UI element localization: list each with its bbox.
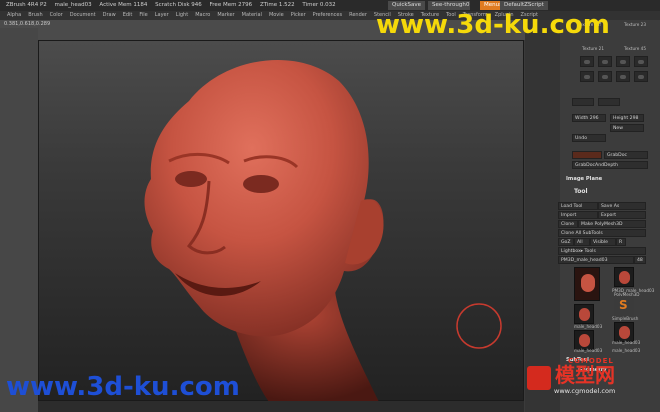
undo-button[interactable]: Undo [572, 134, 606, 142]
zbrush-window: ZBrush 4R4 P2 male_head03 Active Mem 118… [0, 0, 660, 412]
menu-document[interactable]: Document [70, 11, 96, 20]
goz-all-button[interactable]: All [574, 238, 590, 246]
goz-visible-button[interactable]: Visible [590, 238, 616, 246]
brush-thumb-3-icon[interactable] [616, 56, 630, 67]
default-zscript-button[interactable]: DefaultZScript [500, 1, 548, 10]
load-tool-button[interactable]: Load Tool [558, 202, 598, 210]
brush-thumb-6-icon[interactable] [598, 71, 612, 82]
simplebrush-label: SimpleBrush [612, 316, 639, 321]
texture-23-label: Texture 23 [624, 22, 646, 27]
head-model [144, 59, 502, 402]
document-name: male_head03 [54, 2, 92, 8]
cgmodel-watermark: CGMODEL 模型网 www.cgmodel.com [524, 356, 660, 412]
brush-thumb-2-icon[interactable] [598, 56, 612, 67]
canvas-bottom-bar [38, 401, 524, 412]
slider-a[interactable] [572, 98, 594, 106]
watermark-bottom: www.3d-ku.com [6, 372, 240, 402]
new-document-button[interactable]: New [610, 124, 644, 132]
head-thumb-icon [579, 308, 590, 321]
stat-active-mem: Active Mem 1184 [99, 2, 148, 8]
tool-thumb-pm3d[interactable] [614, 267, 634, 287]
menu-movie[interactable]: Movie [269, 11, 284, 20]
right-eye [243, 175, 279, 193]
menu-color[interactable]: Color [50, 11, 63, 20]
document-canvas[interactable] [38, 40, 524, 402]
subtool-thumb-2[interactable] [614, 322, 634, 342]
clone-button[interactable]: Clone [558, 220, 578, 228]
menu-marker[interactable]: Marker [217, 11, 234, 20]
quicksave-button[interactable]: QuickSave [388, 1, 426, 10]
menu-brush[interactable]: Brush [28, 11, 42, 20]
menu-layer[interactable]: Layer [155, 11, 169, 20]
simplebrush-icon: S [619, 298, 628, 312]
watermark-top: www.3d-ku.com [376, 10, 610, 40]
cgmodel-name: 模型网 [555, 363, 615, 387]
stat-timer: Timer 0.032 [302, 2, 336, 8]
menu-material[interactable]: Material [242, 11, 262, 20]
head-thumb-icon [579, 334, 590, 347]
goz-button[interactable]: GoZ [558, 238, 574, 246]
tool-thumb-current[interactable] [574, 267, 600, 301]
stat-scratch-disk: Scratch Disk 946 [155, 2, 202, 8]
tool-count: 48 [634, 256, 646, 264]
export-button[interactable]: Export [598, 211, 646, 219]
see-through-value: 0 [466, 2, 470, 8]
head-shape [144, 59, 384, 337]
subtool-thumb-2-label: male_head03 [612, 340, 641, 345]
slider-b[interactable] [598, 98, 620, 106]
brush-thumb-1-icon[interactable] [580, 56, 594, 67]
subtool-thumb-1[interactable] [574, 304, 594, 324]
brush-cursor [456, 303, 502, 349]
head-thumb-icon [619, 271, 630, 284]
menu-draw[interactable]: Draw [103, 11, 116, 20]
left-shelf [0, 28, 38, 412]
subtool-thumb-1-label: male_head03 [574, 324, 603, 329]
image-plane-header[interactable]: Image Plane [566, 176, 602, 182]
save-as-button[interactable]: Save As [598, 202, 646, 210]
brush-thumb-8-icon[interactable] [634, 71, 648, 82]
width-slider[interactable]: Width 296 [572, 114, 606, 122]
current-tool-slider[interactable]: PM3D_male_head03 [558, 256, 634, 264]
menu-preferences[interactable]: Preferences [313, 11, 342, 20]
left-eye [175, 171, 207, 187]
simplebrush-thumb[interactable]: S [614, 296, 634, 316]
menu-edit[interactable]: Edit [123, 11, 133, 20]
brush-thumb-5-icon[interactable] [580, 71, 594, 82]
grabdoc-button[interactable]: GrabDoc [604, 151, 648, 159]
brush-thumb-4-icon[interactable] [634, 56, 648, 67]
menu-picker[interactable]: Picker [291, 11, 306, 20]
height-slider[interactable]: Height 298 [610, 114, 644, 122]
menu-render[interactable]: Render [349, 11, 367, 20]
tool-header[interactable]: Tool [574, 188, 588, 195]
grabdoc-toggle[interactable] [572, 151, 602, 159]
texture-21-label: Texture 21 [582, 46, 604, 51]
coordinate-readout: 0.381,0.618,0.289 [4, 21, 51, 27]
brush-thumb-7-icon[interactable] [616, 71, 630, 82]
head-thumb-icon [619, 326, 630, 339]
texture-45-label: Texture 45 [624, 46, 646, 51]
menu-macro[interactable]: Macro [195, 11, 210, 20]
subtool-thumb-3-label: male_head03 [574, 348, 603, 353]
cgmodel-logo-icon [527, 366, 551, 390]
menu-alpha[interactable]: Alpha [7, 11, 21, 20]
clone-all-subtools-button[interactable]: Clone All SubTools [558, 229, 646, 237]
goz-r-button[interactable]: R [616, 238, 626, 246]
menu-file[interactable]: File [139, 11, 147, 20]
grabdoc-depth-button[interactable]: GrabDocAndDepth [572, 161, 648, 169]
subtool-thumb-4-label: male_head03 [612, 348, 641, 353]
menu-light[interactable]: Light [176, 11, 188, 20]
stat-ztime: ZTime 1.522 [259, 2, 295, 8]
import-button[interactable]: Import [558, 211, 598, 219]
canvas-scroll-strip[interactable] [525, 20, 560, 412]
right-tray: Texture Off Texture 23 Texture 21 Textur… [558, 20, 660, 412]
subtool-thumb-3[interactable] [574, 330, 594, 350]
app-title: ZBrush 4R4 P2 [6, 2, 47, 8]
head-thumb-icon [581, 274, 595, 292]
stat-free-mem: Free Mem 2796 [209, 2, 253, 8]
lightbox-tools-button[interactable]: Lightbox▸ Tools [558, 247, 646, 255]
cgmodel-url: www.cgmodel.com [554, 387, 616, 395]
make-polymesh-button[interactable]: Make PolyMesh3D [578, 220, 646, 228]
